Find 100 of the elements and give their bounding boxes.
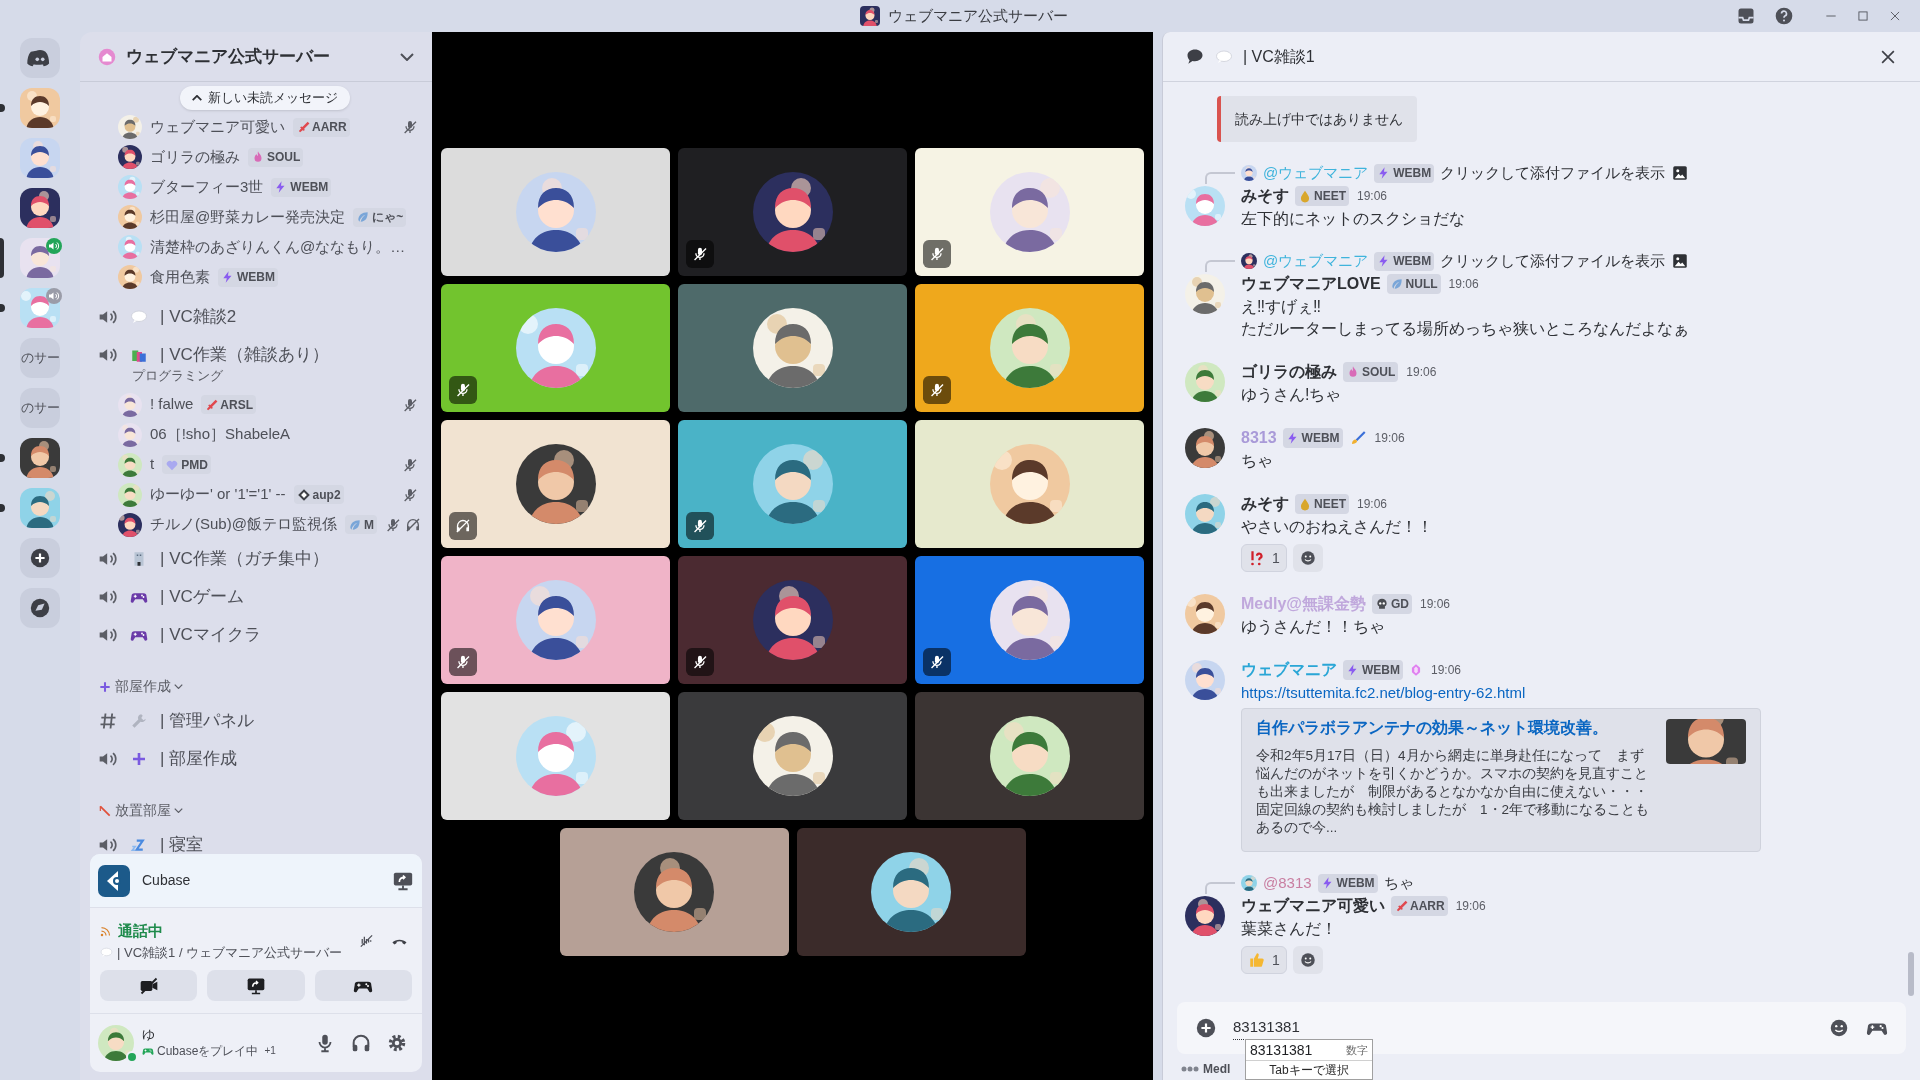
thumbs-up-icon xyxy=(1248,951,1266,969)
server-button[interactable]: のサー xyxy=(20,338,60,378)
voice-member[interactable]: ゆーゆー' or '1'='1' -- aup2 xyxy=(98,479,418,510)
link-preview-title[interactable]: 自作パラボラアンテナの効果～ネット環境改善。 xyxy=(1256,717,1652,739)
reaction-button[interactable]: 1 xyxy=(1241,544,1287,572)
timestamp: 19:06 xyxy=(1406,364,1437,381)
member-name: 清楚枠のあざりんくん@ななもり。… xyxy=(150,236,406,257)
author-name[interactable]: ゴリラの極み xyxy=(1241,360,1337,384)
interrobang-icon xyxy=(1248,549,1266,567)
message-text: ゆうさん!ちゃ xyxy=(1241,385,1343,405)
explore-button[interactable] xyxy=(20,588,60,628)
member-name: ウェブマニア可愛い xyxy=(150,116,285,137)
chevron-down-icon xyxy=(400,52,414,61)
reply-line xyxy=(1205,172,1235,184)
voice-member[interactable]: チルノ(Sub)@飯テロ監視係 M xyxy=(98,509,418,540)
author-name[interactable]: ウェブマニアLOVE xyxy=(1241,272,1381,296)
screen-share-button[interactable] xyxy=(207,970,305,1001)
voice-member[interactable]: 清楚枠のあざりんくん@ななもり。… xyxy=(98,232,418,262)
channel-name: | VCゲーム xyxy=(160,585,244,608)
category-name: 放置部屋 xyxy=(115,801,171,820)
timestamp: 19:06 xyxy=(1431,662,1462,679)
voice-member[interactable]: ブターフィー3世 WEBM xyxy=(98,172,418,202)
reaction-count: 1 xyxy=(1272,950,1280,970)
channel-name: | VC作業（雑談あり） xyxy=(160,344,329,367)
reaction-button[interactable]: 1 xyxy=(1241,946,1287,974)
voice-member[interactable]: ウェブマニア可愛い AARR xyxy=(98,112,418,142)
close-icon[interactable] xyxy=(1888,9,1902,23)
new-messages-pill[interactable]: 新しい未読メッセージ xyxy=(180,86,350,110)
text-channel[interactable]: | 管理パネル xyxy=(98,701,418,740)
typing-indicator-icon xyxy=(1181,1066,1199,1072)
role-tag-label: M xyxy=(363,518,374,531)
voice-channel[interactable]: | VCゲーム xyxy=(98,577,418,616)
home-button[interactable] xyxy=(20,38,60,78)
author-name[interactable]: みそす xyxy=(1241,492,1289,516)
voice-channel[interactable]: | VCマイクラ xyxy=(98,615,418,654)
channel-name: | VC雑談2 xyxy=(160,306,237,329)
author-name[interactable]: ウェブマニア可愛い xyxy=(1241,894,1385,918)
voice-member[interactable]: ! falwe ARSL xyxy=(98,389,418,420)
emoji-icon xyxy=(1298,951,1317,969)
voice-member[interactable]: 06［!sho］ShabeleA xyxy=(98,419,418,450)
server-button[interactable]: のサー xyxy=(20,388,60,428)
category-header[interactable]: 放置部屋 xyxy=(98,795,418,826)
voice-member[interactable]: 食用色素 WEBM xyxy=(98,262,418,292)
reply-preview[interactable]: クリックして添付ファイルを表示 xyxy=(1440,161,1666,185)
channel-name: | 寝室 xyxy=(160,833,204,854)
wrench-icon xyxy=(130,711,148,730)
voice-channel-link[interactable]: | VC雑談1 / ウェブマニア公式サーバー xyxy=(117,942,343,962)
member-name: 06［!sho］ShabeleA xyxy=(150,424,291,445)
voice-channel[interactable]: | 部屋作成 xyxy=(98,739,418,778)
category-header[interactable]: 部屋作成 xyxy=(98,671,418,702)
headphones-icon[interactable] xyxy=(350,1032,372,1054)
reply-preview[interactable]: クリックして添付ファイルを表示 xyxy=(1440,249,1666,273)
reply-line xyxy=(1205,260,1235,272)
emoji-icon xyxy=(1298,549,1317,567)
channel-name: | 管理パネル xyxy=(160,709,255,732)
app-name: Cubase xyxy=(142,871,191,890)
voice-channel[interactable]: | 寝室 xyxy=(98,825,418,854)
settings-icon[interactable] xyxy=(386,1032,408,1054)
voice-channel[interactable]: | VC作業（ガチ集中） xyxy=(98,539,418,578)
add-server-button[interactable] xyxy=(20,538,60,578)
role-tag-label: ARSL xyxy=(220,398,254,411)
add-reaction-button[interactable] xyxy=(1292,946,1323,974)
role-tag-label: SOUL xyxy=(1362,366,1396,378)
member-name: チルノ(Sub)@飯テロ監視係 xyxy=(150,514,337,535)
role-tag-label: SOUL xyxy=(267,151,301,163)
leaf-icon xyxy=(347,517,362,532)
add-icon[interactable] xyxy=(1195,1017,1217,1039)
voice-member[interactable]: 杉田屋@野菜カレー発売決定 にゃ~ xyxy=(98,202,418,232)
chat-title: | VC雑談1 xyxy=(1243,46,1315,67)
category-name: 部屋作成 xyxy=(115,677,171,696)
server-header[interactable]: ウェブマニア公式サーバー xyxy=(80,32,432,82)
voice-member[interactable]: t PMD xyxy=(98,449,418,480)
drop-icon xyxy=(1298,497,1312,511)
sticker-icon[interactable] xyxy=(1828,1017,1850,1039)
member-name: 食用色素 xyxy=(150,266,210,287)
leaf-icon xyxy=(356,210,371,224)
message-link[interactable]: https://tsuttemita.fc2.net/blog-entry-62.html xyxy=(1241,682,1761,704)
channel-name: | 部屋作成 xyxy=(160,747,238,770)
hash-icon xyxy=(98,710,118,731)
diamond-icon xyxy=(296,487,311,502)
add-reaction-button[interactable] xyxy=(1292,544,1323,572)
reply-preview[interactable]: ちゃ xyxy=(1383,871,1414,895)
leaf-icon xyxy=(1389,277,1404,291)
role-tag-label: AARR xyxy=(312,121,347,133)
timestamp: 19:06 xyxy=(1357,496,1388,513)
activity-count: +1 xyxy=(264,1044,276,1058)
timestamp: 19:06 xyxy=(1455,898,1486,915)
message-text: 葉菜さんだ！ xyxy=(1241,919,1338,939)
activity-button[interactable] xyxy=(314,970,412,1001)
author-name[interactable]: みそす xyxy=(1241,184,1289,208)
camera-button[interactable] xyxy=(100,970,198,1001)
drop-icon xyxy=(1298,189,1312,203)
window-title: ウェブマニア公式サーバー xyxy=(888,6,1068,26)
voice-member[interactable]: ゴリラの極み SOUL xyxy=(98,142,418,172)
help-icon[interactable] xyxy=(1774,6,1794,26)
inbox-icon[interactable] xyxy=(1736,6,1756,26)
speech-bubble-icon xyxy=(1215,47,1233,66)
channel-name: | VCマイクラ xyxy=(160,623,261,646)
message-text: やさいのおねえさんだ！！ xyxy=(1241,517,1433,537)
voice-channel[interactable]: | VC雑談2 xyxy=(98,298,418,336)
